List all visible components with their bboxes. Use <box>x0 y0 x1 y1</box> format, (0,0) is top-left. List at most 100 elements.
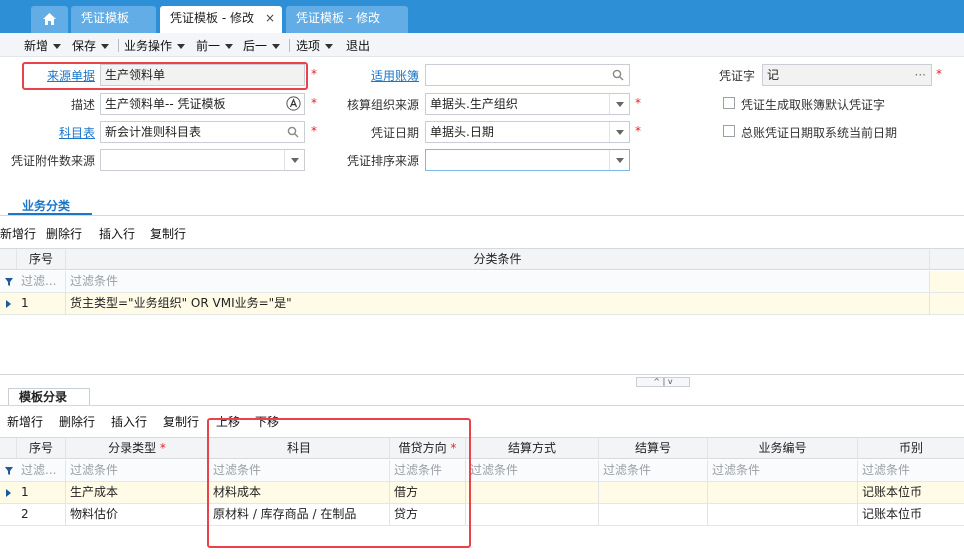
collapse-up-icon[interactable]: ^ <box>653 377 660 386</box>
source-doc-field[interactable]: 生产领料单 <box>100 64 305 86</box>
attach-source-label: 凭证附件数来源 <box>11 154 96 168</box>
voucher-word-field[interactable]: 记 ··· <box>762 64 932 86</box>
filter-input-settle-no[interactable]: 过滤条件 <box>599 460 708 481</box>
description-field[interactable]: 生产领料单-- 凭证模板 <box>100 93 305 115</box>
default-word-checkbox[interactable] <box>723 97 735 109</box>
voucher-date-select[interactable]: 单据头.日期 <box>425 121 630 143</box>
tab-bar: 凭证模板 凭证模板 - 修改 × 凭证模板 - 修改 <box>0 0 964 33</box>
add-row-button[interactable]: 新增行 <box>0 225 36 242</box>
panel-splitter[interactable]: ^ | v <box>636 377 690 387</box>
row-indicator-icon <box>6 300 11 308</box>
entry-filter-row: 过滤... 过滤条件 过滤条件 过滤条件 过滤条件 过滤条件 过滤条件 过滤条件 <box>0 460 964 482</box>
close-icon[interactable]: × <box>265 6 275 31</box>
tab-voucher-template-edit-active[interactable]: 凭证模板 - 修改 × <box>160 6 282 33</box>
cell-entry-type[interactable]: 生产成本 <box>66 482 209 503</box>
attach-source-select[interactable] <box>100 149 305 171</box>
book-field[interactable] <box>425 64 630 86</box>
save-button[interactable]: 保存 <box>72 37 110 54</box>
filter-input-currency[interactable]: 过滤条件 <box>858 460 964 481</box>
search-icon[interactable] <box>612 69 624 81</box>
table-row[interactable]: 1 生产成本 材料成本 借方 记账本位币 <box>0 482 964 504</box>
chevron-down-icon[interactable] <box>609 94 629 114</box>
add-row-button[interactable]: 新增行 <box>7 413 43 430</box>
insert-row-button[interactable]: 插入行 <box>111 413 147 430</box>
filter-icon <box>5 278 13 286</box>
cell-settle-method[interactable] <box>466 482 599 503</box>
table-row[interactable]: 1 货主类型="业务组织" OR VMI业务="是" <box>0 293 964 315</box>
column-header-entry-type[interactable]: 分录类型 * <box>66 438 209 458</box>
cell-biz-no[interactable] <box>708 504 858 525</box>
column-header-currency[interactable]: 币别 <box>858 438 964 458</box>
cell-biz-no[interactable] <box>708 482 858 503</box>
copy-row-button[interactable]: 复制行 <box>163 413 199 430</box>
column-header-condition[interactable]: 分类条件 <box>66 249 930 269</box>
chevron-down-icon[interactable] <box>609 122 629 142</box>
filter-input-settle-method[interactable]: 过滤条件 <box>466 460 599 481</box>
tab-label: 凭证模板 <box>81 11 130 25</box>
filter-input-seq[interactable]: 过滤... <box>17 460 66 481</box>
copy-row-button[interactable]: 复制行 <box>150 225 186 242</box>
chart-label[interactable]: 科目表 <box>59 124 95 141</box>
tab-label: 凭证模板 - 修改 <box>170 11 254 25</box>
filter-input-condition[interactable]: 过滤条件 <box>66 271 930 292</box>
cell-settle-no[interactable] <box>599 504 708 525</box>
next-button[interactable]: 后一 <box>243 37 281 54</box>
column-header-seq[interactable]: 序号 <box>17 438 66 458</box>
cell-currency[interactable]: 记账本位币 <box>858 482 964 503</box>
book-label[interactable]: 适用账簿 <box>371 67 419 84</box>
chevron-down-icon[interactable] <box>609 150 629 170</box>
prev-button[interactable]: 前一 <box>196 37 234 54</box>
cell-entry-type[interactable]: 物料估价 <box>66 504 209 525</box>
category-grid-header: 序号 分类条件 <box>0 248 964 270</box>
voucher-date-label: 凭证日期 <box>371 126 420 140</box>
acct-org-source-select[interactable]: 单据头.生产组织 <box>425 93 630 115</box>
search-icon[interactable] <box>287 126 299 138</box>
cell-settle-method[interactable] <box>466 504 599 525</box>
cell-seq: 2 <box>17 504 66 525</box>
delete-row-button[interactable]: 删除行 <box>59 413 95 430</box>
column-header-biz-no[interactable]: 业务编号 <box>708 438 858 458</box>
new-button[interactable]: 新增 <box>24 37 62 54</box>
column-header-seq[interactable]: 序号 <box>17 249 66 269</box>
collapse-down-icon[interactable]: v <box>668 377 673 386</box>
options-label: 选项 <box>296 39 321 53</box>
filter-input-biz-no[interactable]: 过滤条件 <box>708 460 858 481</box>
language-icon[interactable] <box>286 96 301 111</box>
required-mark: * <box>311 96 317 110</box>
tab-voucher-template-edit[interactable]: 凭证模板 - 修改 <box>286 6 408 33</box>
insert-row-button[interactable]: 插入行 <box>99 225 135 242</box>
options-button[interactable]: 选项 <box>296 37 334 54</box>
acct-org-source-label: 核算组织来源 <box>347 98 420 112</box>
tab-voucher-template[interactable]: 凭证模板 <box>71 6 156 33</box>
category-section-tab[interactable]: 业务分类 <box>22 197 70 214</box>
new-label: 新增 <box>24 39 49 53</box>
exit-button[interactable]: 退出 <box>346 37 370 54</box>
filter-input-seq[interactable]: 过滤... <box>17 271 66 292</box>
column-header-settle-method[interactable]: 结算方式 <box>466 438 599 458</box>
voucher-word-value: 记 <box>767 68 780 82</box>
current-date-checkbox[interactable] <box>723 125 735 137</box>
divider <box>0 215 964 216</box>
filter-input-entry-type[interactable]: 过滤条件 <box>66 460 209 481</box>
highlight-box-account-direction <box>207 418 471 548</box>
filter-icon <box>5 467 13 475</box>
sort-source-select[interactable] <box>425 149 630 171</box>
cell-settle-no[interactable] <box>599 482 708 503</box>
business-ops-button[interactable]: 业务操作 <box>124 37 186 54</box>
cell-condition[interactable]: 货主类型="业务组织" OR VMI业务="是" <box>66 293 930 314</box>
ellipsis-icon[interactable]: ··· <box>915 65 926 85</box>
source-doc-label[interactable]: 来源单据 <box>47 67 95 84</box>
delete-row-button[interactable]: 删除行 <box>46 225 82 242</box>
table-row[interactable]: 2 物料估价 原材料 / 库存商品 / 在制品 贷方 记账本位币 <box>0 504 964 526</box>
chevron-down-icon <box>101 44 110 49</box>
category-filter-row: 过滤... 过滤条件 <box>0 271 964 293</box>
entry-section-tab[interactable]: 模板分录 <box>8 388 90 406</box>
cell-currency[interactable]: 记账本位币 <box>858 504 964 525</box>
divider <box>0 405 964 406</box>
chart-field[interactable]: 新会计准则科目表 <box>100 121 305 143</box>
column-header-settle-no[interactable]: 结算号 <box>599 438 708 458</box>
chevron-down-icon <box>325 44 334 49</box>
tab-home[interactable] <box>31 6 68 33</box>
chevron-down-icon[interactable] <box>284 150 304 170</box>
required-mark: * <box>635 96 641 110</box>
